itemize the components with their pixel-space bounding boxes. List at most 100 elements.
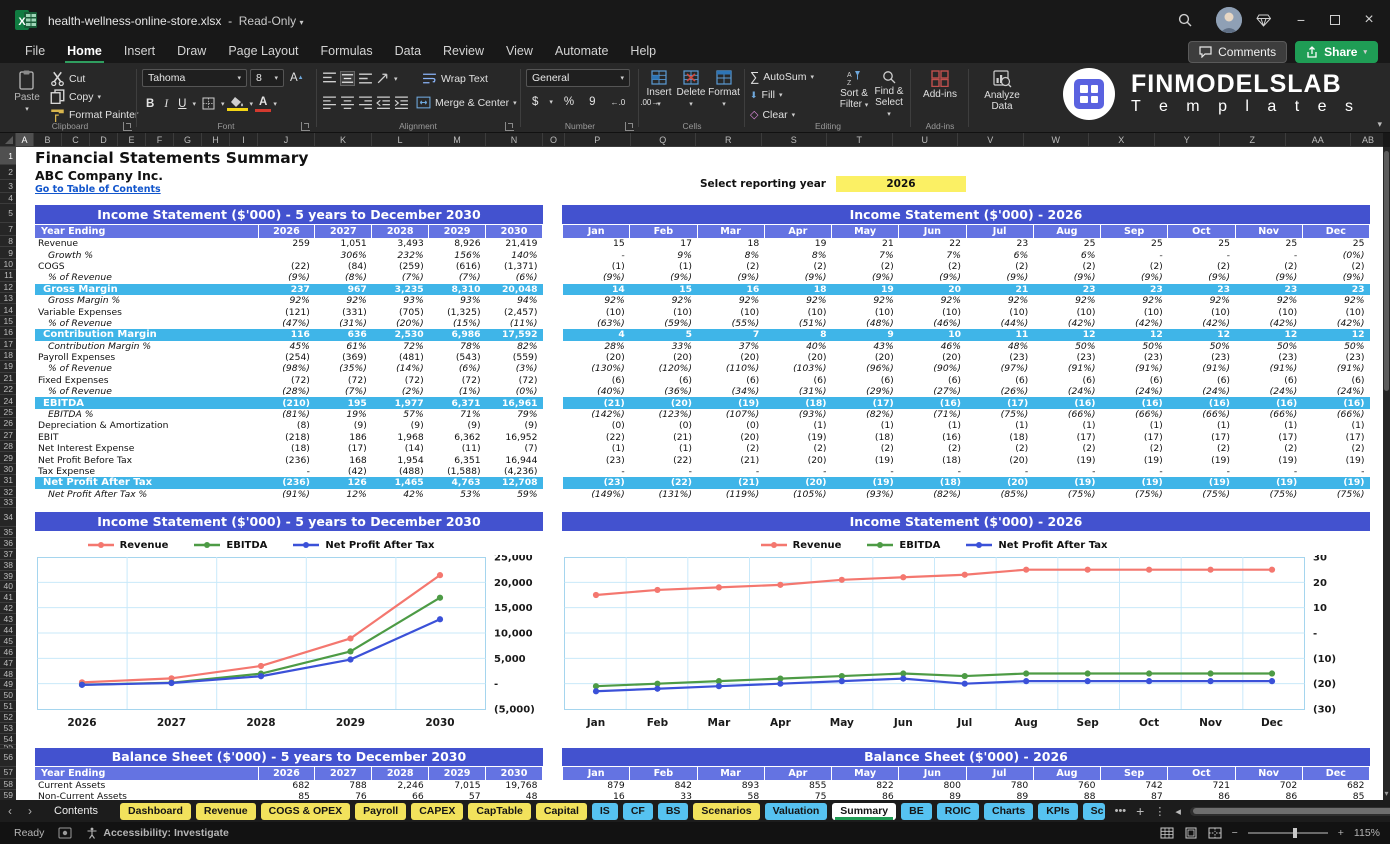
header-cell[interactable]: Feb bbox=[629, 767, 698, 780]
value-cell[interactable]: 23 bbox=[1235, 283, 1303, 295]
value-cell[interactable]: (16) bbox=[1033, 397, 1101, 409]
sort-filter-button[interactable]: AZ Sort & Filter ▾ bbox=[836, 67, 872, 111]
value-cell[interactable]: 702 bbox=[1235, 780, 1302, 791]
value-cell[interactable]: (9) bbox=[315, 420, 372, 431]
value-cell[interactable]: 156% bbox=[429, 249, 486, 261]
value-cell[interactable]: (63%) bbox=[563, 318, 630, 329]
value-cell[interactable]: 9% bbox=[630, 249, 697, 261]
value-cell[interactable]: (17) bbox=[1235, 432, 1302, 443]
row-header-17[interactable]: 17 bbox=[0, 339, 16, 350]
addins-button[interactable]: Add-ins bbox=[918, 67, 962, 100]
row-label-cell[interactable]: Current Assets bbox=[35, 780, 258, 791]
header-cell[interactable]: Aug bbox=[1032, 225, 1102, 238]
format-cells-button[interactable]: Format ▾ bbox=[708, 67, 740, 108]
row-header-18[interactable]: 18 bbox=[0, 350, 16, 362]
value-cell[interactable]: 23 bbox=[1033, 283, 1101, 295]
row-header-24[interactable]: 24 bbox=[0, 395, 16, 407]
value-cell[interactable]: 788 bbox=[315, 780, 372, 791]
value-cell[interactable]: (18) bbox=[832, 432, 899, 443]
value-cell[interactable]: 19 bbox=[831, 283, 899, 295]
value-cell[interactable]: (17) bbox=[1168, 432, 1235, 443]
value-cell[interactable]: (1) bbox=[1235, 420, 1302, 431]
value-cell[interactable]: (23) bbox=[1302, 352, 1369, 363]
zoom-slider-knob[interactable] bbox=[1292, 828, 1297, 838]
value-cell[interactable]: (10) bbox=[563, 306, 630, 318]
value-cell[interactable]: (75%) bbox=[1235, 489, 1302, 500]
value-cell[interactable]: (1) bbox=[1302, 420, 1369, 431]
value-cell[interactable]: (2%) bbox=[372, 386, 429, 397]
value-cell[interactable]: (42%) bbox=[1168, 318, 1235, 329]
menu-tab-automate[interactable]: Automate bbox=[544, 40, 620, 62]
header-cell[interactable]: 2027 bbox=[314, 767, 373, 780]
value-cell[interactable]: 116 bbox=[258, 329, 315, 341]
value-cell[interactable]: (1) bbox=[966, 420, 1033, 431]
column-header-T[interactable]: T bbox=[827, 133, 893, 147]
column-header-D[interactable]: D bbox=[90, 133, 118, 147]
value-cell[interactable]: (29%) bbox=[832, 386, 899, 397]
header-label-cell[interactable]: Year Ending bbox=[35, 225, 259, 238]
vertical-scrollbar[interactable]: ▾ bbox=[1383, 147, 1390, 800]
sheet-tab-sc[interactable]: Sc bbox=[1082, 802, 1105, 820]
row-header-14[interactable]: 14 bbox=[0, 304, 16, 316]
value-cell[interactable]: (81%) bbox=[258, 409, 315, 420]
value-cell[interactable]: 85 bbox=[258, 791, 315, 800]
value-cell[interactable]: (42%) bbox=[1101, 318, 1168, 329]
header-cell[interactable]: Sep bbox=[1099, 767, 1169, 780]
value-cell[interactable]: 57% bbox=[372, 409, 429, 420]
value-cell[interactable]: 3,235 bbox=[371, 283, 429, 295]
value-cell[interactable]: (6%) bbox=[429, 363, 486, 374]
value-cell[interactable]: (20) bbox=[697, 352, 764, 363]
value-cell[interactable]: 88 bbox=[1033, 791, 1100, 800]
value-cell[interactable]: 58 bbox=[697, 791, 764, 800]
value-cell[interactable]: (6) bbox=[1033, 375, 1100, 386]
value-cell[interactable]: 140% bbox=[486, 249, 543, 261]
value-cell[interactable]: (18) bbox=[258, 443, 315, 454]
value-cell[interactable]: 8% bbox=[764, 249, 831, 261]
value-cell[interactable]: (91%) bbox=[1101, 363, 1168, 374]
income-monthly-chart[interactable]: Revenue EBITDA Net Profit After Tax 30 20 10 -… bbox=[564, 535, 1370, 737]
column-header-F[interactable]: F bbox=[146, 133, 174, 147]
row-label-cell[interactable]: EBIT bbox=[35, 432, 258, 443]
autosum-button[interactable]: ∑ AutoSum ▾ bbox=[750, 69, 814, 84]
value-cell[interactable]: (6) bbox=[1302, 375, 1369, 386]
row-label-cell[interactable]: Payroll Expenses bbox=[35, 352, 258, 363]
value-cell[interactable]: (19) bbox=[1235, 454, 1302, 466]
value-cell[interactable]: (96%) bbox=[832, 363, 899, 374]
value-cell[interactable]: (11%) bbox=[486, 318, 543, 329]
value-cell[interactable]: (82%) bbox=[832, 409, 899, 420]
value-cell[interactable]: (9) bbox=[372, 420, 429, 431]
row-header-4[interactable]: 4 bbox=[0, 193, 16, 204]
row-header-42[interactable]: 42 bbox=[0, 603, 16, 615]
value-cell[interactable]: (23) bbox=[1101, 352, 1168, 363]
value-cell[interactable]: 92% bbox=[315, 295, 372, 306]
row-header-45[interactable]: 45 bbox=[0, 636, 16, 647]
value-cell[interactable]: 19,768 bbox=[486, 780, 543, 791]
value-cell[interactable]: (10) bbox=[697, 306, 764, 318]
value-cell[interactable]: 92% bbox=[764, 295, 831, 306]
header-cell[interactable]: Dec bbox=[1301, 767, 1371, 780]
column-header-B[interactable]: B bbox=[34, 133, 62, 147]
header-cell[interactable]: 2028 bbox=[371, 225, 430, 238]
value-cell[interactable]: (616) bbox=[429, 261, 486, 272]
value-cell[interactable]: (2) bbox=[1168, 443, 1235, 454]
value-cell[interactable]: (19) bbox=[697, 397, 765, 409]
more-tabs-button[interactable]: ••• bbox=[1110, 805, 1132, 817]
zoom-level[interactable]: 115% bbox=[1354, 827, 1380, 839]
row-header-22[interactable]: 22 bbox=[0, 384, 16, 396]
value-cell[interactable]: (7) bbox=[486, 443, 543, 454]
value-cell[interactable]: 71% bbox=[429, 409, 486, 420]
value-cell[interactable]: (9) bbox=[429, 420, 486, 431]
value-cell[interactable]: 43% bbox=[832, 341, 899, 352]
value-cell[interactable]: 93% bbox=[372, 295, 429, 306]
font-size-select[interactable]: 8 ▾ bbox=[250, 69, 284, 87]
value-cell[interactable]: (16) bbox=[1302, 397, 1370, 409]
value-cell[interactable]: 10 bbox=[898, 329, 966, 341]
header-cell[interactable]: 2030 bbox=[485, 767, 543, 780]
value-cell[interactable]: (9%) bbox=[697, 272, 764, 283]
number-format-select[interactable]: General ▾ bbox=[526, 69, 630, 87]
value-cell[interactable]: (55%) bbox=[697, 318, 764, 329]
header-label-cell[interactable]: Year Ending bbox=[35, 767, 259, 780]
value-cell[interactable]: 23 bbox=[1167, 283, 1235, 295]
value-cell[interactable]: (1) bbox=[1168, 420, 1235, 431]
row-header-27[interactable]: 27 bbox=[0, 430, 16, 442]
